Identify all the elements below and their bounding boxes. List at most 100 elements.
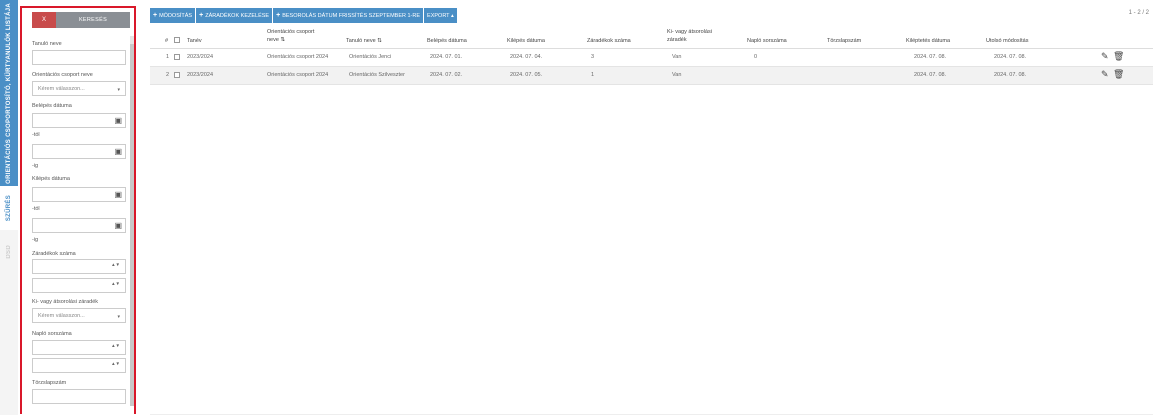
header-belepes[interactable]: Belépés dátuma (427, 38, 467, 45)
cell-kilepes: 2024. 07. 04. (510, 54, 543, 60)
label-zaradekok-szama: Záradékok száma (32, 251, 76, 257)
export-button[interactable]: EXPORT ▴ (424, 8, 457, 23)
filter-scrollbar[interactable] (130, 36, 134, 406)
toolbar: + MÓDOSÍTÁS + ZÁRADÉKOK KEZELÉSE + BESOROLÁ… (150, 8, 457, 23)
ki-vagy-atsorolasi-select[interactable]: Kérem válasszon... ▾ (32, 308, 126, 323)
table-header: # Tanév Orientációs csoport neve ⇅ Tanul… (150, 28, 1153, 49)
zaradekok-min-input[interactable]: ▲▼ (32, 259, 126, 274)
label-naplo-sorszama: Napló sorszáma (32, 331, 72, 337)
calendar-icon[interactable]: ▣ (114, 222, 122, 230)
header-naplo[interactable]: Napló sorszáma (747, 38, 787, 45)
cell-kileptetes: 2024. 07. 08. (914, 54, 947, 60)
cell-csoport: Orientációs csoport 2024 (267, 54, 329, 60)
cell-num: 1 (166, 54, 170, 60)
tab-orientacios-lista[interactable]: ORIENTÁCIÓS CSOPORTOSÍTÓ, KÜRTYANULÓK LI… (0, 0, 18, 186)
belepes-ig-input[interactable]: ▣ (32, 144, 126, 159)
ki-placeholder: Kérem válasszon... (38, 313, 85, 319)
row-checkbox[interactable] (174, 54, 180, 60)
pager-info: 1 - 2 / 2 (1128, 10, 1149, 16)
tanulo-neve-input[interactable] (32, 50, 126, 65)
label-belepes-datuma: Belépés dátuma (32, 103, 72, 109)
table-row[interactable]: 1 2023/2024 Orientációs csoport 2024 Ori… (150, 49, 1153, 67)
cell-kileptetes: 2024. 07. 08. (914, 72, 947, 78)
cell-tanulo: Orientációs Jenci (349, 54, 392, 60)
table-row[interactable]: 2 2023/2024 Orientációs csoport 2024 Ori… (150, 67, 1153, 85)
header-kilepes[interactable]: Kilépés dátuma (507, 38, 545, 45)
label-kilepes-datuma: Kilépés dátuma (32, 176, 70, 182)
plus-icon: + (276, 12, 281, 19)
spinner-icon[interactable]: ▲▼ (111, 361, 120, 366)
spinner-icon[interactable]: ▲▼ (111, 281, 120, 286)
plus-icon: + (153, 12, 158, 19)
filter-close-button[interactable]: X (32, 12, 56, 28)
header-kileptetes[interactable]: Kiléptetés dátuma (906, 38, 950, 45)
label-ki-vagy-atsorolasi: Ki- vagy átsorolási záradék (32, 299, 99, 305)
side-tab-rail: ORIENTÁCIÓS CSOPORTOSÍTÓ, KÜRTYANULÓK LI… (0, 0, 18, 415)
naplo-max-input[interactable]: ▲▼ (32, 358, 126, 373)
label-ig-1: -ig (32, 163, 39, 169)
cell-tanulo: Orientációs Szilveszter (349, 72, 405, 78)
tab-orientacios-label: ORIENTÁCIÓS CSOPORTOSÍTÓ, KÜRTYANULÓK LI… (6, 2, 12, 184)
cell-tanev: 2023/2024 (187, 72, 213, 78)
label-torzslapszam: Törzslapszám (32, 380, 67, 386)
filter-panel: X KERESÉS Tanuló neve Orientációs csopor… (20, 6, 136, 414)
torzslapszam-input[interactable] (32, 389, 126, 404)
cell-num: 2 (166, 72, 170, 78)
header-ki-line2[interactable]: záradék (667, 37, 687, 44)
edit-icon[interactable]: ✎ (1101, 70, 1109, 79)
tab-third[interactable]: DSD (0, 230, 18, 274)
plus-icon: + (199, 12, 204, 19)
calendar-icon[interactable]: ▣ (114, 191, 122, 199)
edit-icon[interactable]: ✎ (1101, 52, 1109, 61)
cell-zaradekok: 3 (591, 54, 595, 60)
filter-actions: X KERESÉS (32, 12, 130, 28)
header-csoport-line1[interactable]: Orientációs csoport (267, 29, 314, 36)
cell-zaradekok: 1 (591, 72, 595, 78)
header-ki-line1[interactable]: Ki- vagy átsorolási (667, 29, 712, 36)
chevron-down-icon: ▾ (117, 87, 120, 93)
header-torzs[interactable]: Törzslapszám (827, 38, 861, 45)
label-orientacios-csoport: Orientációs csoport neve (32, 72, 93, 78)
header-tanev[interactable]: Tanév (187, 38, 202, 45)
label-ig-2: -ig (32, 237, 39, 243)
zaradekok-max-input[interactable]: ▲▼ (32, 278, 126, 293)
delete-icon[interactable]: 🗑 (1113, 70, 1124, 79)
cell-utolso: 2024. 07. 08. (994, 54, 1027, 60)
header-csoport-line2[interactable]: neve ⇅ (267, 37, 285, 44)
tab-third-label: DSD (6, 245, 12, 259)
orientacios-csoport-select[interactable]: Kérem válasszon... ▾ (32, 81, 126, 96)
calendar-icon[interactable]: ▣ (114, 117, 122, 125)
besorolas-frissites-button[interactable]: + BESOROLÁS DÁTUM FRISSÍTÉS SZEPTEMBER 1-… (273, 8, 424, 23)
orientacios-placeholder: Kérem válasszon... (38, 86, 85, 92)
header-zaradekok[interactable]: Záradékok száma (587, 38, 631, 45)
belepes-tol-input[interactable]: ▣ (32, 113, 126, 128)
header-tanulo[interactable]: Tanuló neve ⇅ (346, 38, 382, 45)
modositas-button[interactable]: + MÓDOSÍTÁS (150, 8, 196, 23)
naplo-min-input[interactable]: ▲▼ (32, 340, 126, 355)
select-all-checkbox[interactable] (174, 37, 180, 43)
zaradekok-label: ZÁRADÉKOK KEZELÉSE (205, 12, 270, 19)
spinner-icon[interactable]: ▲▼ (111, 262, 120, 267)
filter-scroll-thumb[interactable] (130, 44, 134, 406)
delete-icon[interactable]: 🗑 (1113, 52, 1124, 61)
label-tol-2: -tól (32, 206, 40, 212)
cell-tanev: 2023/2024 (187, 54, 213, 60)
row-checkbox[interactable] (174, 72, 180, 78)
filter-search-button[interactable]: KERESÉS (56, 12, 130, 28)
cell-ki: Van (672, 72, 682, 78)
cell-belepes: 2024. 07. 02. (430, 72, 463, 78)
tab-szures[interactable]: SZŰRÉS (0, 186, 18, 230)
zaradekok-kezelese-button[interactable]: + ZÁRADÉKOK KEZELÉSE (196, 8, 273, 23)
kilepes-tol-input[interactable]: ▣ (32, 187, 126, 202)
kilepes-ig-input[interactable]: ▣ (32, 218, 126, 233)
cell-csoport: Orientációs csoport 2024 (267, 72, 329, 78)
spinner-icon[interactable]: ▲▼ (111, 343, 120, 348)
cell-utolso: 2024. 07. 08. (994, 72, 1027, 78)
chevron-down-icon: ▾ (117, 314, 120, 320)
modositas-label: MÓDOSÍTÁS (159, 12, 193, 19)
label-tol-1: -tól (32, 132, 40, 138)
cell-belepes: 2024. 07. 01. (430, 54, 463, 60)
header-utolso[interactable]: Utolsó módosítás (986, 38, 1029, 45)
calendar-icon[interactable]: ▣ (114, 148, 122, 156)
cell-kilepes: 2024. 07. 05. (510, 72, 543, 78)
